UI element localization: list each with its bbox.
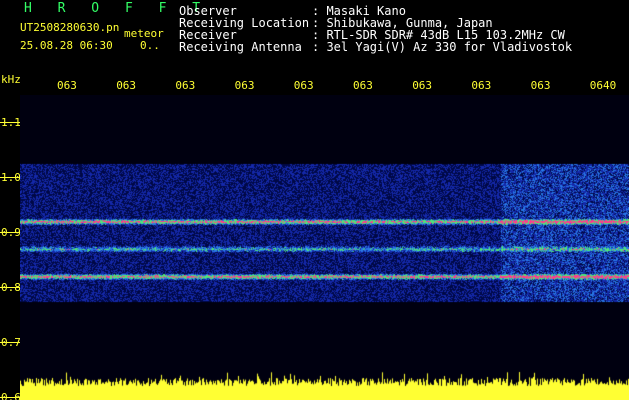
date-time: 25.08.28 06:30: [20, 39, 113, 52]
x-tick-label: 063: [175, 79, 196, 92]
x-tick-label: 063: [353, 79, 373, 92]
x-tick-label: 063: [530, 79, 551, 92]
y-tick-label: 0.8: [1, 281, 21, 294]
y-tick-label: 0.7: [1, 336, 21, 349]
x-tick-label: 063: [293, 79, 314, 92]
file-name: UT2508280630.pn: [20, 21, 120, 34]
x-tick-label: 063: [234, 79, 255, 92]
y-tick-label: 0.6: [1, 391, 21, 400]
x-tick-label: 063: [116, 79, 137, 92]
y-axis-label: kHz: [1, 73, 21, 86]
x-tick-label: 063: [412, 79, 433, 92]
y-tick-label: 0.9: [1, 226, 21, 239]
y-tick-label: 1.1: [1, 116, 21, 129]
x-tick-label: 063: [57, 79, 77, 92]
spectrogram-canvas: [20, 95, 629, 400]
antenna-value: : 3el Yagi(V) Az 330 for Vladivostok: [312, 40, 573, 54]
x-tick-label: 0640: [589, 79, 617, 92]
x-tick-label: 063: [471, 79, 492, 92]
antenna-label: Receiving Antenna: [179, 40, 302, 54]
echo-count: 0..: [140, 39, 160, 52]
y-tick-label: 1.0: [1, 171, 21, 184]
hrofft-window: H R O F F T UT2508280630.pn meteor 25.08…: [0, 0, 629, 400]
detection-tag: meteor: [124, 27, 164, 40]
